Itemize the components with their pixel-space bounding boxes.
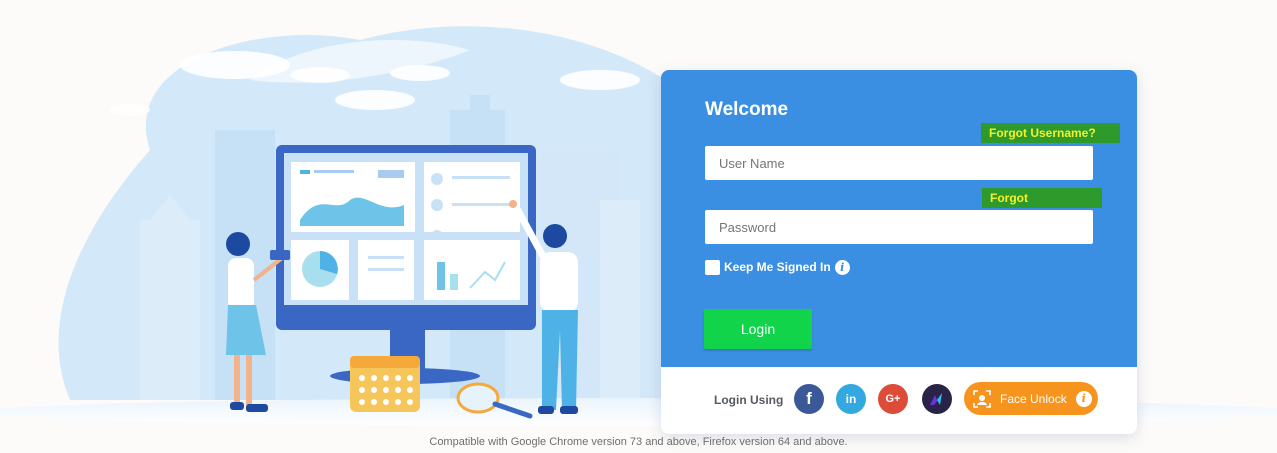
welcome-heading: Welcome — [705, 99, 789, 120]
login-button[interactable]: Login — [704, 309, 812, 349]
face-unlock-label: Face Unlock — [1000, 391, 1067, 406]
brand-n-icon[interactable] — [922, 384, 952, 414]
browser-compatibility-note: Compatible with Google Chrome version 73… — [429, 436, 848, 448]
forgot-password-link[interactable]: Forgot Password? — [982, 188, 1102, 225]
keep-signed-in-row: Keep Me Signed In i — [705, 259, 850, 275]
facebook-icon[interactable]: f — [794, 384, 824, 414]
forgot-username-link[interactable]: Forgot Username? — [981, 123, 1120, 143]
login-card: Welcome Forgot Username? Forgot Password… — [661, 70, 1137, 434]
face-unlock-info-icon[interactable]: i — [1075, 390, 1092, 407]
login-using-label: Login Using — [714, 393, 784, 407]
login-form-panel: Welcome Forgot Username? Forgot Password… — [661, 70, 1137, 367]
face-unlock-button[interactable]: Face Unlock i — [964, 382, 1098, 415]
keep-signed-in-label[interactable]: Keep Me Signed In — [724, 260, 831, 274]
username-input[interactable] — [705, 146, 1093, 180]
info-icon[interactable]: i — [834, 259, 850, 275]
linkedin-icon[interactable]: in — [836, 384, 866, 414]
password-input[interactable] — [705, 210, 1093, 244]
keep-signed-in-checkbox[interactable] — [705, 259, 720, 275]
google-plus-icon[interactable]: G+ — [878, 384, 908, 414]
social-login-bar: Login Using f in G+ Face Unlock i — [661, 367, 1137, 434]
face-scan-icon — [972, 389, 992, 409]
